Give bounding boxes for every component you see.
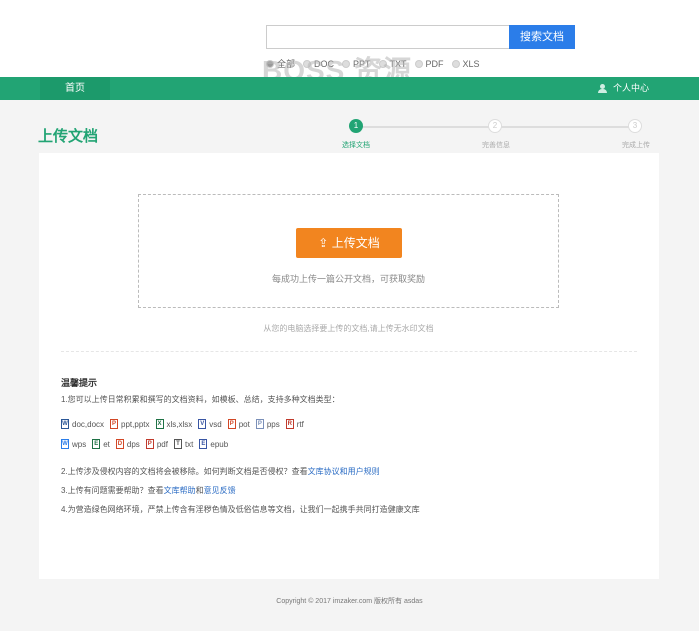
file-type-icon: P xyxy=(227,419,236,429)
nav-home-link[interactable]: 首页 xyxy=(40,77,110,100)
file-type-label: pps xyxy=(266,419,280,429)
footer-copyright: Copyright © 2017 imzaker.com 版权所有 asdas xyxy=(276,598,423,605)
file-type-label: pot xyxy=(238,419,250,429)
feedback-link[interactable]: 意见反馈 xyxy=(204,486,236,495)
user-icon xyxy=(597,84,607,93)
upload-subhint: 从您的电脑选择要上传的文档,请上传无水印文档 xyxy=(263,324,434,333)
file-type-icon: T xyxy=(173,439,182,449)
file-type-label: ppt,pptx xyxy=(121,419,150,429)
tip-text: 和 xyxy=(195,486,204,495)
file-type-icon: E xyxy=(92,439,101,449)
file-type-doc-docx: Wdoc,docx xyxy=(61,419,104,429)
radio-icon xyxy=(451,59,460,68)
help-link[interactable]: 文库帮助 xyxy=(164,486,196,495)
upload-button[interactable]: ⇪ 上传文档 xyxy=(296,228,402,258)
page-title: 上传文档 xyxy=(38,128,99,145)
type-radio-xls[interactable]: XLS xyxy=(451,58,480,69)
step-3-label: 完成上传 xyxy=(622,142,650,149)
search-button[interactable]: 搜索文档 xyxy=(509,25,575,49)
step-2-label: 完善信息 xyxy=(482,142,510,149)
tips-title: 温馨提示 xyxy=(61,378,98,388)
file-type-icon: W xyxy=(61,439,69,449)
file-type-label: vsd xyxy=(209,419,222,429)
step-1-label: 选择文档 xyxy=(342,142,370,149)
divider xyxy=(61,351,637,352)
file-type-icon: W xyxy=(61,419,69,429)
main-nav: 首页 个人中心 xyxy=(0,77,699,100)
upload-hint: 每成功上传一篇公开文档，可获取奖励 xyxy=(271,274,425,284)
user-center-label: 个人中心 xyxy=(612,83,649,93)
file-type-label: txt xyxy=(184,439,194,449)
step-1-circle: 1 xyxy=(349,119,363,133)
file-type-dps: Ddps xyxy=(115,439,140,449)
tip-text: 3.上传有问题需要帮助？查看 xyxy=(61,486,164,495)
file-type-txt: Ttxt xyxy=(173,439,194,449)
file-type-label: wps xyxy=(72,439,87,449)
radio-icon xyxy=(414,59,423,68)
file-type-icon: X xyxy=(155,419,164,429)
file-type-label: epub xyxy=(210,439,229,449)
upload-icon: ⇪ xyxy=(318,236,332,250)
step-2-circle: 2 xyxy=(488,119,502,133)
file-type-pot: Ppot xyxy=(227,419,250,429)
file-types-row-2: Wwps Eet Ddps Ppdf Ttxt Eepub xyxy=(61,439,228,449)
radio-label: XLS xyxy=(462,58,480,69)
file-type-label: rtf xyxy=(296,419,304,429)
file-type-ppt-pptx: Pppt,pptx xyxy=(110,419,150,429)
radio-label: PDF xyxy=(425,58,444,69)
file-type-rtf: Rrtf xyxy=(285,419,304,429)
search-input[interactable] xyxy=(266,25,510,49)
file-type-label: doc,docx xyxy=(72,419,105,429)
type-radio-pdf[interactable]: PDF xyxy=(414,58,444,69)
file-type-icon: P xyxy=(255,419,264,429)
user-center-link[interactable]: 个人中心 xyxy=(597,77,649,100)
tip-line-4: 4.为营造绿色网络环境，严禁上传含有淫秽色情及低俗信息等文档，让我们一起携手共同… xyxy=(61,505,420,514)
file-type-epub: Eepub xyxy=(199,439,228,449)
file-type-label: dps xyxy=(126,439,140,449)
file-type-vsd: Vvsd xyxy=(198,419,222,429)
step-3-circle: 3 xyxy=(628,119,642,133)
agreement-link[interactable]: 文库协议和用户规则 xyxy=(308,467,380,476)
tip-line-1: 1.您可以上传日常积累和撰写的文档资料，如模板、总结，支持多种文档类型： xyxy=(61,395,340,404)
file-type-xls-xlsx: Xxls,xlsx xyxy=(155,419,193,429)
file-type-icon: P xyxy=(145,439,154,449)
file-type-label: pdf xyxy=(156,439,168,449)
file-type-icon: E xyxy=(199,439,208,449)
file-type-label: xls,xlsx xyxy=(166,419,193,429)
tip-line-2: 2.上传涉及侵权内容的文档将会被移除。如何判断文档是否侵权？查看文库协议和用户规… xyxy=(61,466,380,477)
file-type-et: Eet xyxy=(92,439,110,449)
file-type-pdf: Ppdf xyxy=(145,439,168,449)
file-type-pps: Ppps xyxy=(255,419,280,429)
tip-text: 2.上传涉及侵权内容的文档将会被移除。如何判断文档是否侵权？查看 xyxy=(61,467,308,476)
file-type-icon: D xyxy=(115,439,124,449)
tip-line-3: 3.上传有问题需要帮助？查看文库帮助和意见反馈 xyxy=(61,485,236,496)
file-type-icon: V xyxy=(198,419,207,429)
file-type-icon: P xyxy=(110,419,119,429)
file-type-label: et xyxy=(103,439,110,449)
file-type-icon: R xyxy=(285,419,294,429)
upload-button-label: 上传文档 xyxy=(331,236,380,250)
top-header: 搜索文档 全部 DOC PPT TXT PDF XLS BOSS 资源 xyxy=(0,0,699,86)
file-types-row-1: Wdoc,docx Pppt,pptx Xxls,xlsx Vvsd Ppot Ppps R… xyxy=(61,419,304,429)
file-type-wps: Wwps xyxy=(61,439,86,449)
